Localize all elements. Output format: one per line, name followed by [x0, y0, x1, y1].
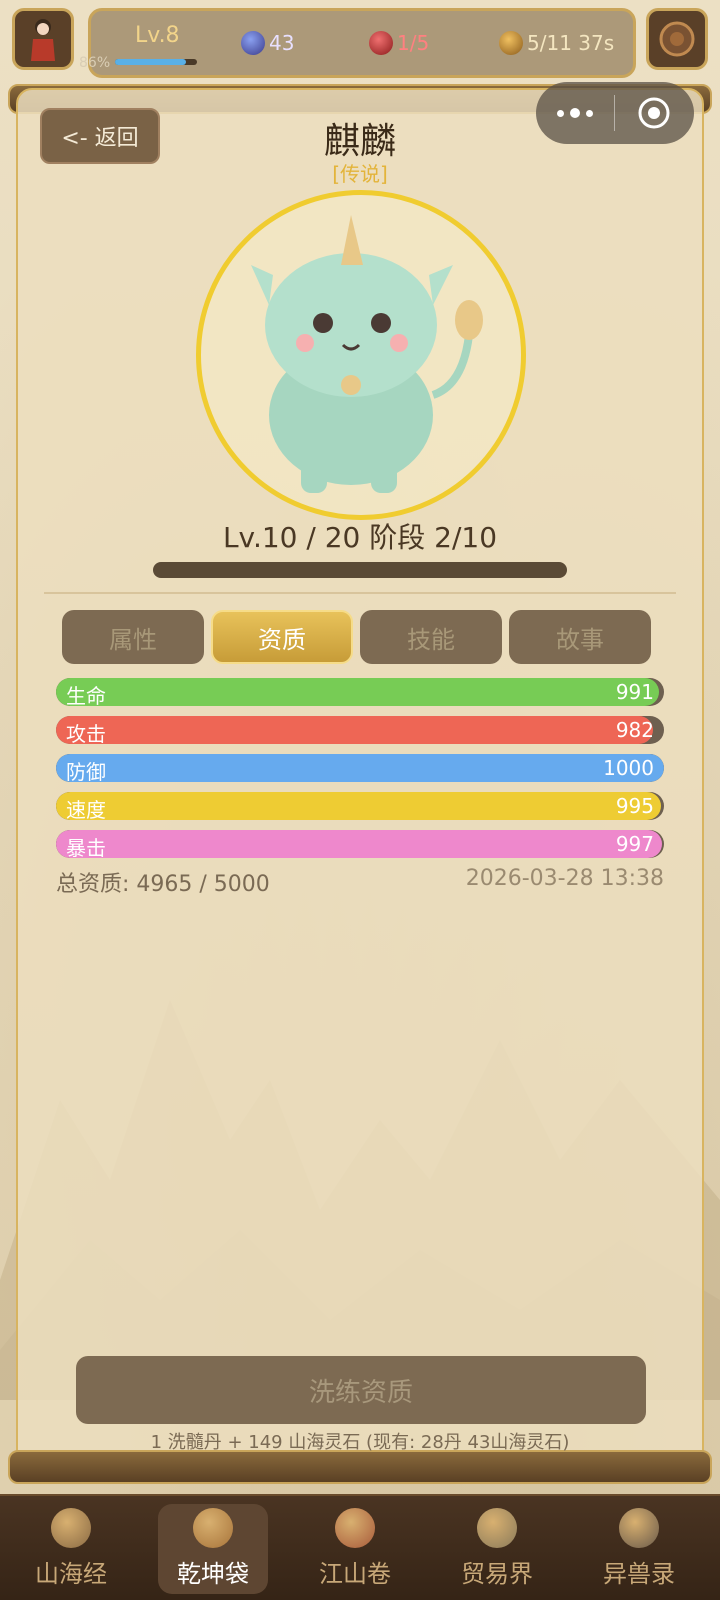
- stat-fill-hp: [56, 678, 659, 706]
- nav-shanhaijing[interactable]: 山海经: [16, 1504, 126, 1594]
- heart-counter[interactable]: 1/5: [369, 31, 429, 55]
- nav-yishoulu[interactable]: 异兽录: [584, 1504, 694, 1594]
- divider: [44, 592, 676, 594]
- qilin-illustration: [251, 215, 483, 493]
- tab-story[interactable]: 故事: [509, 610, 651, 664]
- trade-icon: [477, 1508, 517, 1548]
- settings-button[interactable]: [646, 8, 708, 70]
- stat-fill-defense: [56, 754, 664, 782]
- tab-aptitude[interactable]: 资质: [211, 610, 353, 664]
- stat-fill-speed: [56, 792, 661, 820]
- timestamp: 2026-03-28 13:38: [465, 866, 664, 891]
- coin-icon: [499, 31, 523, 55]
- nav-label: 乾坤袋: [177, 1560, 249, 1588]
- nav-maoyijie[interactable]: 贸易界: [442, 1504, 552, 1594]
- stat-value: 991: [615, 680, 654, 704]
- stat-value: 1000: [603, 756, 654, 780]
- total-aptitude: 总资质: 4965 / 5000: [56, 872, 270, 897]
- stat-value: 997: [615, 832, 654, 856]
- status-bar: Lv.8 86% 43 1/5 5/11 37s: [79, 8, 636, 78]
- stat-bar-attack: 攻击 982: [56, 716, 664, 744]
- stat-value: 982: [615, 718, 654, 742]
- stat-fill-attack: [56, 716, 654, 744]
- bronze-medallion-icon: [659, 21, 695, 57]
- coin-counter[interactable]: 5/11 37s: [499, 31, 614, 55]
- tab-skills[interactable]: 技能: [360, 610, 502, 664]
- nav-label: 山海经: [35, 1560, 107, 1588]
- exp-bar: [115, 59, 197, 65]
- player-avatar-icon: [31, 19, 55, 61]
- stat-bar-speed: 速度 995: [56, 792, 664, 820]
- gem-icon: [241, 31, 265, 55]
- stat-bar-defense: 防御 1000: [56, 754, 664, 782]
- nav-jiangshanjuan[interactable]: 江山卷: [300, 1504, 410, 1594]
- beast-icon: [619, 1508, 659, 1548]
- pet-name: 麒麟: [323, 121, 396, 162]
- stat-label: 生命: [66, 684, 106, 706]
- rarity-label: [传说]: [332, 162, 388, 186]
- tab-attributes[interactable]: 属性: [62, 610, 204, 664]
- stat-label: 速度: [66, 798, 106, 820]
- exp-bar-fill: [115, 59, 186, 65]
- stat-label: 防御: [66, 760, 106, 782]
- palace-icon: [335, 1508, 375, 1548]
- gem-counter[interactable]: 43: [241, 31, 294, 55]
- nav-label: 异兽录: [603, 1560, 675, 1588]
- heart-icon: [369, 31, 393, 55]
- stat-label: 暴击: [66, 836, 106, 858]
- stat-fill-crit: [56, 830, 663, 858]
- player-avatar-button[interactable]: [12, 8, 74, 70]
- pet-exp-bar: [153, 562, 567, 578]
- nav-label: 江山卷: [319, 1560, 391, 1588]
- nav-label: 贸易界: [461, 1560, 533, 1588]
- panel-bottom-rail: [8, 1450, 712, 1484]
- refine-aptitude-button[interactable]: 洗练资质: [76, 1356, 646, 1424]
- pet-portrait: [196, 190, 526, 520]
- mountain-sea-icon: [51, 1508, 91, 1548]
- refine-cost: 1 洗髓丹 + 149 山海灵石 (现有: 28丹 43山海灵石): [150, 1432, 570, 1453]
- stat-bar-hp: 生命 991: [56, 678, 664, 706]
- stat-bar-crit: 暴击 997: [56, 830, 664, 858]
- bottom-navigation: 山海经 乾坤袋 江山卷 贸易界 异兽录: [0, 1494, 720, 1600]
- pet-level-stage: Lv.10 / 20 阶段 2/10: [222, 521, 498, 554]
- bag-icon: [193, 1508, 233, 1548]
- stat-label: 攻击: [66, 722, 106, 744]
- stat-value: 995: [615, 794, 654, 818]
- exp-percent: 86%: [79, 55, 111, 71]
- nav-qiankundai[interactable]: 乾坤袋: [158, 1504, 268, 1594]
- player-level: Lv.8: [135, 23, 180, 48]
